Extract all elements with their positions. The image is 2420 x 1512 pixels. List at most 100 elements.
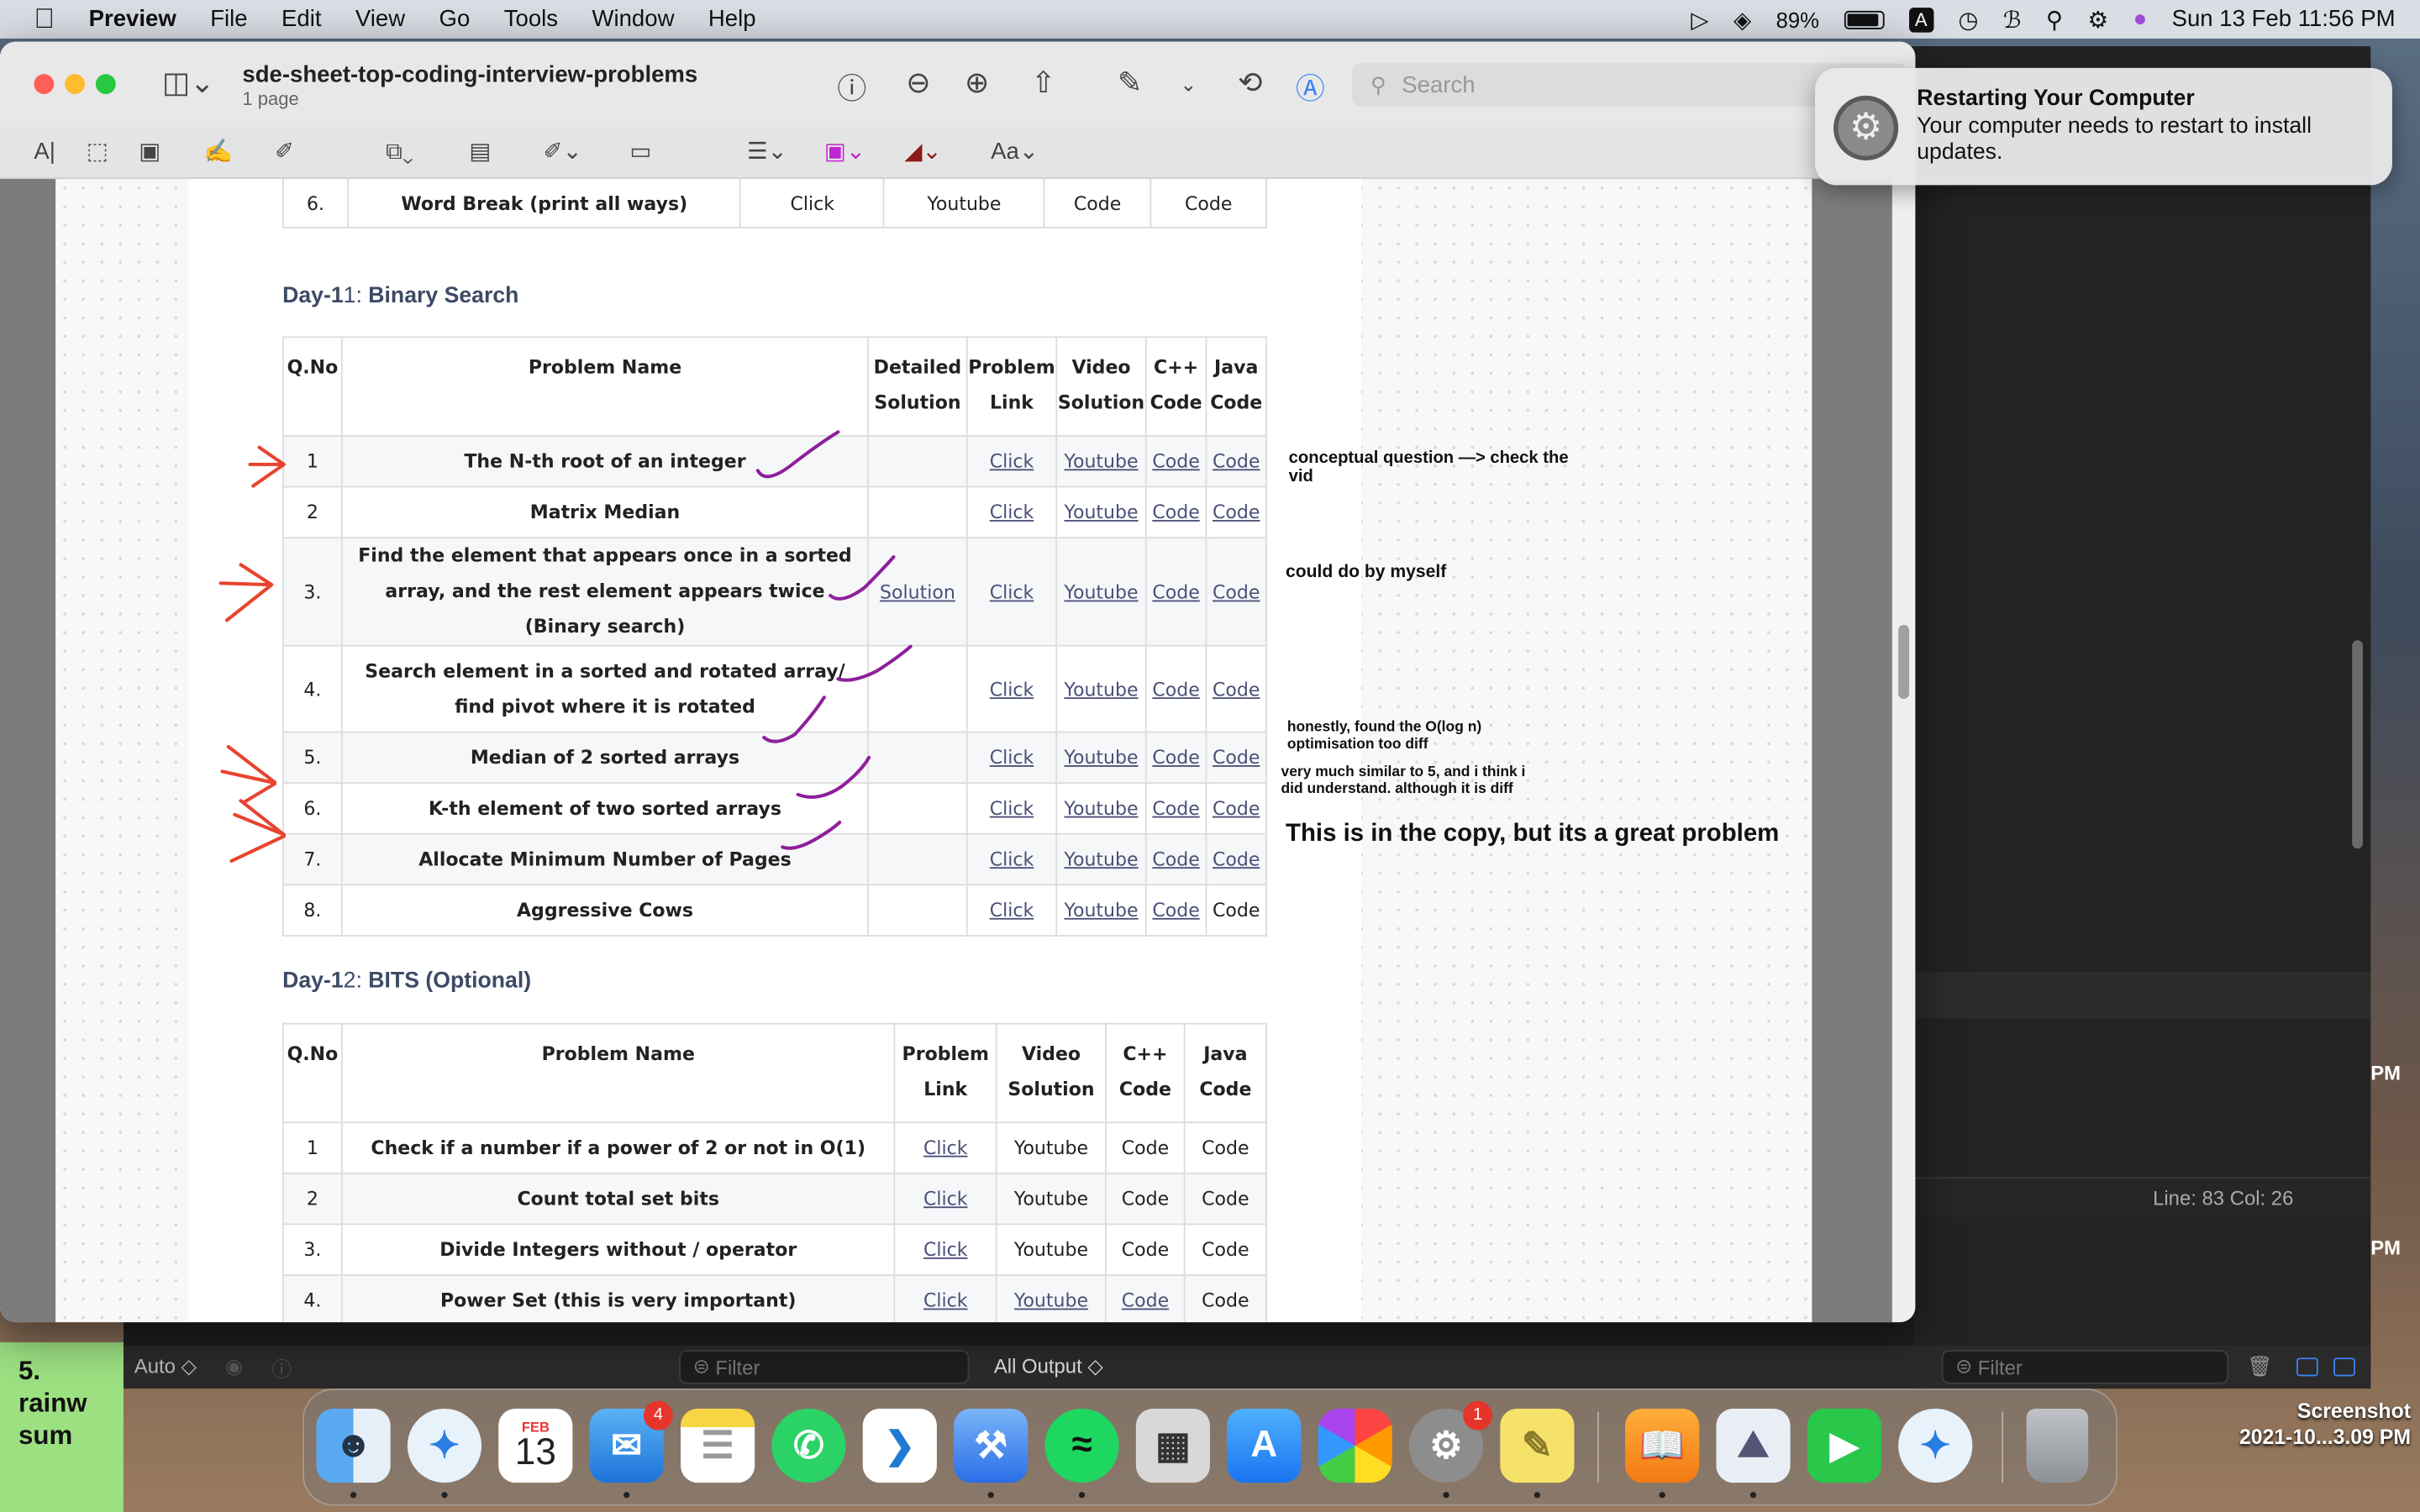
problem-link[interactable]: Click <box>893 1121 997 1174</box>
layers-icon[interactable]: ◈ <box>1733 5 1751 33</box>
cpp-code-link[interactable]: Code <box>1144 434 1207 488</box>
java-code-link[interactable]: Code <box>1205 782 1267 835</box>
input-source-icon[interactable]: A <box>1908 7 1933 32</box>
bluetooth-icon[interactable]: ℬ <box>2003 5 2022 33</box>
problem-link[interactable]: Click <box>965 782 1058 835</box>
trash-icon[interactable]: 🗑 <box>2247 1355 2272 1379</box>
detailed-solution-link[interactable] <box>867 731 968 785</box>
cpp-code-link[interactable]: Code <box>1105 1223 1186 1276</box>
annotation-note-1[interactable]: conceptual question —> check the vid <box>1289 449 1597 486</box>
java-code-link[interactable]: Code <box>1205 486 1267 539</box>
cpp-code-link[interactable]: Code <box>1043 179 1152 228</box>
desktop-screenshot-file[interactable]: Screenshot 2021-10...3.09 PM <box>2204 1398 2411 1450</box>
menu-file[interactable]: File <box>210 6 247 32</box>
text-box-icon[interactable]: ▤ <box>469 136 491 170</box>
cpp-code-link[interactable]: Code <box>1144 537 1207 647</box>
rotate-icon[interactable]: ⟲ <box>1232 66 1269 102</box>
video-link[interactable]: Youtube <box>1055 537 1147 647</box>
java-code-link[interactable]: Code <box>1205 644 1267 733</box>
annotation-note-2[interactable]: could do by myself <box>1286 563 1446 581</box>
draw-icon[interactable]: ✐ <box>275 136 294 170</box>
problem-link[interactable]: Click <box>965 537 1058 647</box>
video-link[interactable]: Youtube <box>995 1223 1107 1276</box>
mail-icon[interactable]: ✉ 4 <box>589 1400 673 1483</box>
problem-link[interactable]: Click <box>965 644 1058 733</box>
sketch-icon[interactable]: ✍ <box>203 136 232 170</box>
sidebar-toggle-icon[interactable]: ◫⌄ <box>160 66 216 102</box>
minimize-button[interactable] <box>65 74 86 95</box>
battery-icon[interactable] <box>1844 9 1885 29</box>
info-icon[interactable]: ⓘ <box>271 1352 292 1382</box>
vscode-icon[interactable]: ❯ <box>862 1408 937 1483</box>
variables-filter[interactable]: ⊜ Filter <box>679 1350 970 1384</box>
problem-link[interactable]: Click <box>965 731 1058 785</box>
java-code-link[interactable]: Code <box>1183 1172 1267 1226</box>
close-button[interactable] <box>34 74 55 95</box>
eye-icon[interactable]: ◉ <box>225 1355 243 1379</box>
xcode-icon[interactable]: ⚒ <box>954 1408 1028 1483</box>
safari-icon[interactable]: ✦ <box>407 1408 482 1483</box>
cpp-code-link[interactable]: Code <box>1144 486 1207 539</box>
text-selection-icon[interactable]: A| <box>34 136 55 170</box>
border-color-icon[interactable]: ▣⌄ <box>824 136 865 170</box>
finder-icon[interactable]: ☻ <box>316 1408 391 1483</box>
wifi-icon[interactable]: ◷ <box>1958 5 1978 33</box>
editor-scrollbar[interactable] <box>2352 640 2364 849</box>
problem-link[interactable]: Click <box>965 832 1058 886</box>
java-code-link[interactable]: Code <box>1183 1223 1267 1276</box>
problem-link[interactable]: Click <box>893 1172 997 1226</box>
vertical-scrollbar[interactable] <box>1891 179 1916 1323</box>
output-select[interactable]: All Output ◇ <box>994 1355 1103 1379</box>
split-left-icon[interactable] <box>2296 1357 2318 1377</box>
cpp-code-link[interactable]: Code <box>1144 782 1207 835</box>
split-right-icon[interactable] <box>2333 1357 2355 1377</box>
cpp-code-link[interactable]: Code <box>1144 644 1207 733</box>
instant-alpha-icon[interactable]: ▣ <box>139 136 160 170</box>
menu-edit[interactable]: Edit <box>281 6 321 32</box>
whatsapp-icon[interactable]: ✆ <box>771 1408 846 1483</box>
zoom-in-icon[interactable]: ⊕ <box>959 66 996 102</box>
video-link[interactable]: Youtube <box>1055 884 1147 937</box>
video-link[interactable]: Youtube <box>1055 644 1147 733</box>
calendar-icon[interactable]: FEB 13 <box>498 1408 573 1483</box>
java-code-link[interactable]: Code <box>1183 1274 1267 1323</box>
auto-select[interactable]: Auto ◇ <box>134 1355 197 1379</box>
info-icon[interactable]: ⓘ <box>834 66 871 108</box>
java-code-link[interactable]: Code <box>1205 731 1267 785</box>
sticky-note[interactable]: 5. rainw sum <box>0 1341 124 1512</box>
app-store-icon[interactable]: A <box>1227 1408 1302 1483</box>
detailed-solution-link[interactable] <box>867 884 968 937</box>
menu-tools[interactable]: Tools <box>504 6 558 32</box>
cpp-code-link[interactable]: Code <box>1105 1274 1186 1323</box>
calculator-icon[interactable]: ▦ <box>1135 1408 1210 1483</box>
problem-link[interactable]: Click <box>893 1274 997 1323</box>
menu-go[interactable]: Go <box>439 6 471 32</box>
document-title[interactable]: sde-sheet-top-coding-interview-problems <box>242 61 697 87</box>
video-link[interactable]: Youtube <box>1055 731 1147 785</box>
shapes-icon[interactable]: ⧉⌄ <box>386 136 413 170</box>
rect-selection-icon[interactable]: ⬚ <box>87 136 108 170</box>
detailed-solution-link[interactable] <box>867 486 968 539</box>
facetime-icon[interactable]: ▶ <box>1807 1408 1881 1483</box>
books-icon[interactable]: 📖 <box>1625 1408 1700 1483</box>
video-link[interactable]: Youtube <box>995 1274 1107 1323</box>
stickies-icon[interactable]: ✎ <box>1500 1408 1575 1483</box>
video-link[interactable]: Youtube <box>995 1172 1107 1226</box>
video-link[interactable]: Youtube <box>995 1121 1107 1174</box>
detailed-solution-link[interactable]: Solution <box>867 537 968 647</box>
video-link[interactable]: Youtube <box>1055 782 1147 835</box>
video-link[interactable]: Youtube <box>883 179 1045 228</box>
java-code-link[interactable]: Code <box>1205 537 1267 647</box>
spotlight-search-icon[interactable]: ⚲ <box>2046 5 2063 33</box>
problem-link[interactable]: Click <box>965 434 1058 488</box>
markup-dropdown-icon[interactable]: ⌄ <box>1170 72 1207 97</box>
menu-bar-clock[interactable]: Sun 13 Feb 11:56 PM <box>2172 6 2396 32</box>
cpp-code-link[interactable]: Code <box>1144 832 1207 886</box>
detailed-solution-link[interactable] <box>867 832 968 886</box>
preview-icon[interactable]: ⛰ <box>1716 1408 1791 1483</box>
detailed-solution-link[interactable] <box>867 434 968 488</box>
detailed-solution-link[interactable] <box>867 644 968 733</box>
siri-icon[interactable]: ● <box>2133 6 2148 32</box>
scrollbar-thumb[interactable] <box>1898 624 1910 700</box>
detailed-solution-link[interactable] <box>867 782 968 835</box>
